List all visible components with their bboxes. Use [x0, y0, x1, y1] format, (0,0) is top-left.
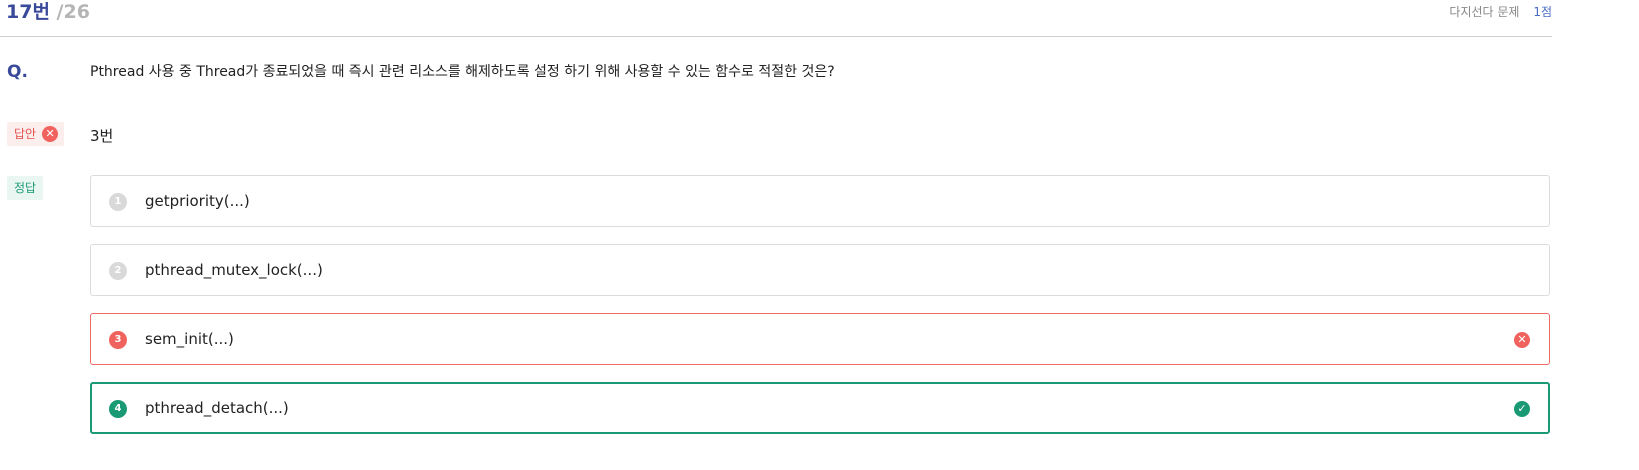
question-text: Pthread 사용 중 Thread가 종료되었을 때 즉시 관련 리소스를 …: [90, 64, 835, 80]
my-answer-value: 3번: [90, 127, 114, 145]
check-circle-icon: ✓: [1514, 401, 1530, 417]
option-2[interactable]: 2 pthread_mutex_lock(...): [90, 244, 1550, 296]
option-number-badge: 4: [109, 400, 127, 418]
question-label: Q.: [7, 62, 28, 82]
my-answer-tag: 답안 ✕: [7, 122, 65, 146]
question-counter: 17번 /26: [6, 0, 90, 24]
option-1[interactable]: 1 getpriority(...): [90, 175, 1550, 227]
question-meta: 다지선다 문제 1점: [1449, 4, 1552, 20]
x-circle-icon: ✕: [1514, 332, 1530, 348]
option-text: sem_init(...): [145, 330, 234, 348]
option-number-badge: 3: [109, 331, 127, 349]
option-number-badge: 1: [109, 193, 127, 211]
correct-answer-tag: 정답: [7, 176, 44, 200]
option-number-badge: 2: [109, 262, 127, 280]
quiz-result-page: 17번 /26 다지선다 문제 1점 Q. Pthread 사용 중 Threa…: [0, 0, 1639, 470]
current-question-number: 17번: [6, 1, 50, 23]
question-points: 1점: [1533, 5, 1552, 19]
x-circle-icon: ✕: [42, 125, 59, 142]
question-header: 17번 /26 다지선다 문제 1점: [0, 0, 1552, 37]
question-type: 다지선다 문제: [1449, 5, 1520, 19]
total-questions: /26: [56, 1, 90, 23]
option-text: pthread_detach(...): [145, 399, 289, 417]
option-3[interactable]: 3 sem_init(...) ✕: [90, 313, 1550, 365]
option-4[interactable]: 4 pthread_detach(...) ✓: [90, 382, 1550, 434]
option-text: getpriority(...): [145, 192, 250, 210]
option-text: pthread_mutex_lock(...): [145, 261, 323, 279]
my-answer-tag-label: 답안: [14, 127, 37, 141]
